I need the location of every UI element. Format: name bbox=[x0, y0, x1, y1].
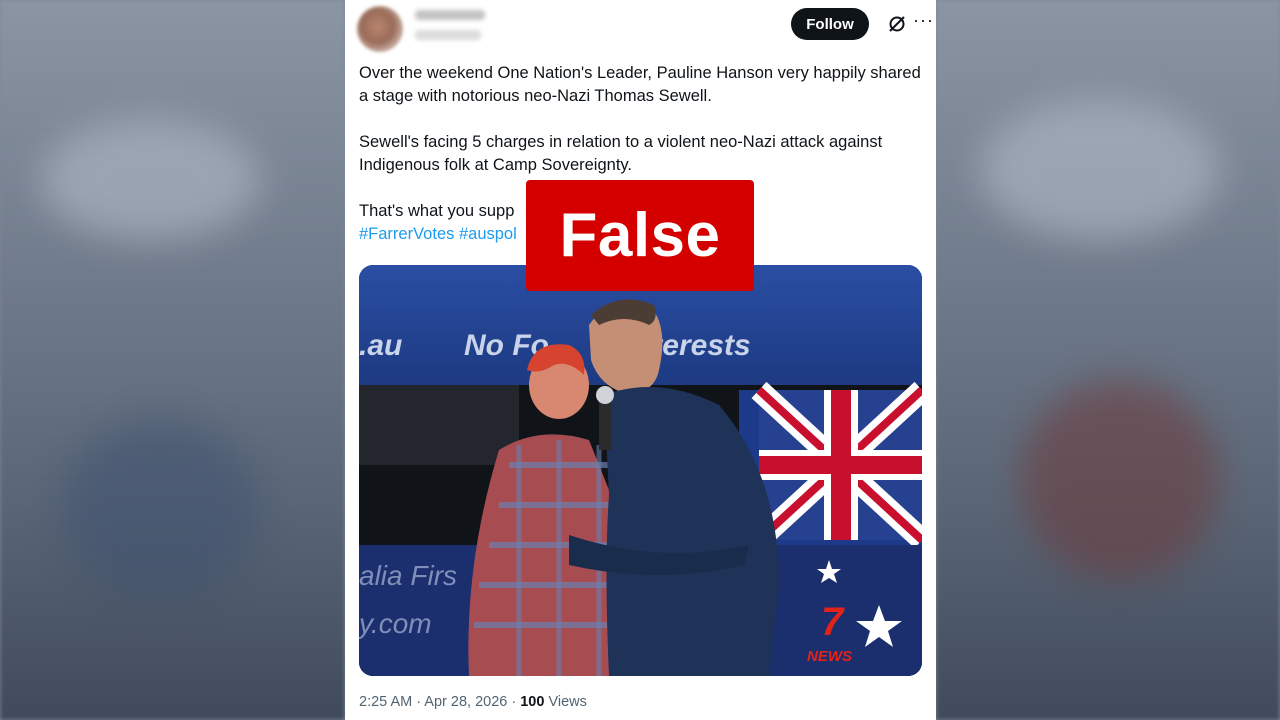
sign-text: alia Firs bbox=[359, 560, 457, 591]
view-count: 100 bbox=[520, 694, 545, 710]
sign-text: y.com bbox=[359, 608, 432, 639]
avatar[interactable] bbox=[357, 6, 403, 52]
username-redacted bbox=[415, 30, 481, 40]
background-blur bbox=[980, 100, 1220, 240]
tweet-paragraph-text: That's what you supp bbox=[359, 202, 515, 220]
background-blur bbox=[60, 420, 260, 600]
tweet-paragraph: Sewell's facing 5 charges in relation to… bbox=[359, 133, 883, 174]
hashtag-link[interactable]: #FarrerVotes bbox=[359, 225, 454, 243]
tweet-metadata: 2:25 AM · Apr 28, 2026 · 100 Views bbox=[359, 694, 587, 710]
tweet-header: Follow ··· bbox=[357, 6, 933, 52]
background-blur bbox=[1020, 380, 1220, 580]
display-name-redacted bbox=[415, 10, 485, 20]
follow-button[interactable]: Follow bbox=[791, 8, 869, 40]
svg-text:7: 7 bbox=[821, 600, 845, 644]
tweet-timestamp[interactable]: 2:25 AM · Apr 28, 2026 · bbox=[359, 694, 520, 710]
tweet-video[interactable]: .au No Fo n interests alia Firs y.com bbox=[359, 265, 922, 676]
fact-check-verdict-badge: False bbox=[526, 180, 754, 291]
flag-union-jack bbox=[751, 381, 922, 549]
background-blur bbox=[40, 120, 260, 240]
hashtag-link[interactable]: #auspol bbox=[459, 225, 517, 243]
background-left bbox=[0, 0, 345, 720]
svg-text:NEWS: NEWS bbox=[807, 648, 852, 665]
more-icon[interactable]: ··· bbox=[913, 11, 933, 32]
tweet-card: Follow ··· Over the weekend One Nation's… bbox=[345, 0, 936, 720]
tweet-paragraph: Over the weekend One Nation's Leader, Pa… bbox=[359, 64, 921, 105]
views-label: Views bbox=[544, 694, 587, 710]
grok-icon[interactable] bbox=[887, 14, 907, 34]
banner-text: .au bbox=[359, 329, 402, 362]
video-frame: .au No Fo n interests alia Firs y.com bbox=[359, 265, 922, 676]
